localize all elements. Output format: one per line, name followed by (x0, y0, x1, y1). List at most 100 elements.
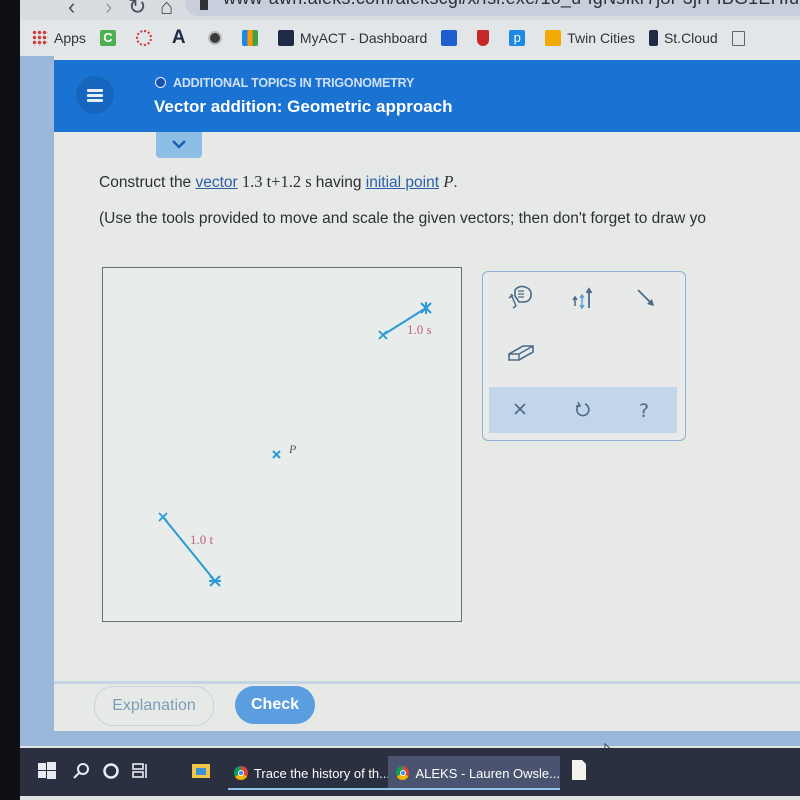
vector-t[interactable]: 1.0 t (158, 512, 221, 587)
hamburger-icon (87, 89, 103, 92)
eraser-tool-button[interactable] (501, 334, 541, 370)
browser-toolbar: ‹ › ↻ ⌂ www-awn.aleks.com/alekscgi/x/Isl… (20, 0, 800, 20)
task-view-icon[interactable] (132, 762, 150, 780)
bookmarks-bar: Apps C A MyACT - Dashboard p Twin Cities… (20, 20, 800, 56)
chevron-down-icon (172, 140, 186, 149)
bookmark-blue-e[interactable] (441, 30, 463, 46)
bookmark-label: MyACT - Dashboard (299, 30, 428, 46)
bookmark-shield[interactable] (477, 30, 495, 46)
taskbar-task-trace-history[interactable]: Trace the history of th... (228, 756, 390, 790)
bookmark-reading-list[interactable] (731, 30, 751, 46)
undo-button[interactable] (563, 392, 603, 428)
tool-actions: ? (489, 387, 677, 433)
vector-s-label: 1.0 s (407, 322, 432, 337)
scale-tool-button[interactable] (563, 280, 603, 316)
apps-grid-icon (32, 30, 48, 46)
reload-icon[interactable]: ↻ (128, 0, 146, 20)
point-p-label: P (288, 442, 297, 456)
problem-statement: Construct the vector 1.3 t+1.2 s having … (99, 172, 458, 191)
p-logo-icon: p (509, 30, 526, 46)
vector-canvas[interactable]: 1.0 s P 1.0 t (102, 267, 462, 622)
check-button[interactable]: Check (235, 686, 315, 724)
vector-arrow-icon (637, 289, 654, 306)
footer-divider (54, 681, 800, 684)
vector-expression: 1.3 t+1.2 s (237, 172, 316, 191)
url-text[interactable]: www-awn.aleks.com/alekscgi/x/Isl.exe/1o_… (223, 0, 800, 9)
a-logo-icon: A (171, 27, 186, 48)
chrome-icon (234, 766, 248, 780)
topic-label: ADDITIONAL TOPICS IN TRIGONOMETRY (155, 76, 414, 90)
help-button[interactable]: ? (625, 392, 665, 428)
address-bar[interactable]: www-awn.aleks.com/alekscgi/x/Isl.exe/1o_… (185, 0, 800, 16)
vector-link[interactable]: vector (196, 174, 238, 191)
aleks-app: ADDITIONAL TOPICS IN TRIGONOMETRY Vector… (20, 56, 800, 762)
gopher-icon (545, 30, 562, 46)
bookmark-robot[interactable] (207, 31, 228, 45)
bookmark-c[interactable]: C (99, 30, 122, 46)
vector-s-tail-marker[interactable] (378, 330, 388, 340)
expand-tab[interactable] (156, 132, 202, 158)
point-p-marker (272, 450, 281, 459)
cortana-icon[interactable] (102, 762, 120, 780)
bookmark-label: St.Cloud (663, 30, 718, 46)
robot-icon (207, 31, 222, 45)
question-mark-icon: ? (639, 400, 649, 422)
bookmark-circle[interactable] (135, 30, 158, 46)
vector-t-label: 1.0 t (190, 532, 214, 547)
close-icon (514, 403, 526, 415)
point-name: P (443, 172, 454, 191)
lock-icon (200, 0, 208, 10)
file-explorer-icon[interactable] (192, 762, 210, 778)
move-hand-icon (508, 285, 532, 309)
eraser-icon (508, 345, 534, 361)
vector-t-tail-marker[interactable] (158, 512, 168, 522)
myact-icon (277, 30, 294, 46)
bookmark-label: Twin Cities (567, 30, 635, 46)
back-icon[interactable]: ‹ (68, 0, 75, 20)
notepad-icon[interactable] (572, 760, 586, 780)
forward-icon[interactable]: › (105, 0, 112, 20)
instructions: (Use the tools provided to move and scal… (99, 210, 706, 227)
task-label: Trace the history of th... (253, 765, 390, 781)
stcloud-icon (648, 30, 658, 46)
draw-vector-tool-button[interactable] (625, 280, 665, 316)
lesson-header: ADDITIONAL TOPICS IN TRIGONOMETRY Vector… (54, 60, 800, 132)
blue-e-icon (441, 30, 458, 46)
canvas-svg: 1.0 s P 1.0 t (158, 302, 432, 587)
bookmark-label: Apps (54, 30, 86, 46)
bookmark-apps[interactable]: Apps (32, 30, 86, 46)
chrome-icon (396, 766, 410, 780)
point-p: P (272, 442, 297, 459)
screen: ‹ › ↻ ⌂ www-awn.aleks.com/alekscgi/x/Isl… (20, 0, 800, 800)
vector-s-head-marker[interactable] (420, 302, 432, 314)
initial-point-link[interactable]: initial point (366, 174, 439, 191)
circle-dots-icon (135, 30, 152, 46)
search-icon[interactable] (72, 762, 90, 780)
home-icon[interactable]: ⌂ (160, 0, 173, 20)
svg-text:?: ? (639, 400, 649, 422)
topic-progress-icon (155, 77, 166, 88)
windows-start-icon[interactable] (38, 762, 56, 780)
clear-button[interactable] (501, 392, 541, 428)
bookmark-st-cloud[interactable]: St.Cloud (648, 30, 718, 46)
lesson-title: Vector addition: Geometric approach (154, 97, 453, 116)
taskbar: Trace the history of th... ALEKS - Laure… (20, 748, 800, 796)
explanation-button[interactable]: Explanation (94, 686, 214, 726)
bookmark-a[interactable]: A (171, 27, 194, 48)
vector-s[interactable]: 1.0 s (378, 302, 432, 340)
bookmark-twin-cities[interactable]: Twin Cities (545, 30, 635, 46)
tool-palette: ? (482, 271, 686, 441)
vector-t-head-marker[interactable] (209, 575, 221, 587)
bookmark-myact[interactable]: MyACT - Dashboard (277, 30, 428, 46)
meet-icon (241, 30, 258, 46)
scale-arrows-icon (572, 287, 593, 310)
menu-button[interactable] (76, 76, 114, 114)
undo-icon (576, 401, 590, 417)
reading-list-icon (731, 30, 745, 46)
move-tool-button[interactable] (501, 280, 541, 316)
taskbar-task-aleks[interactable]: ALEKS - Lauren Owsle... (388, 756, 560, 790)
bookmark-meet[interactable] (241, 30, 264, 46)
c-logo-icon: C (99, 30, 116, 46)
task-label: ALEKS - Lauren Owsle... (415, 765, 560, 781)
bookmark-p[interactable]: p (509, 30, 531, 46)
